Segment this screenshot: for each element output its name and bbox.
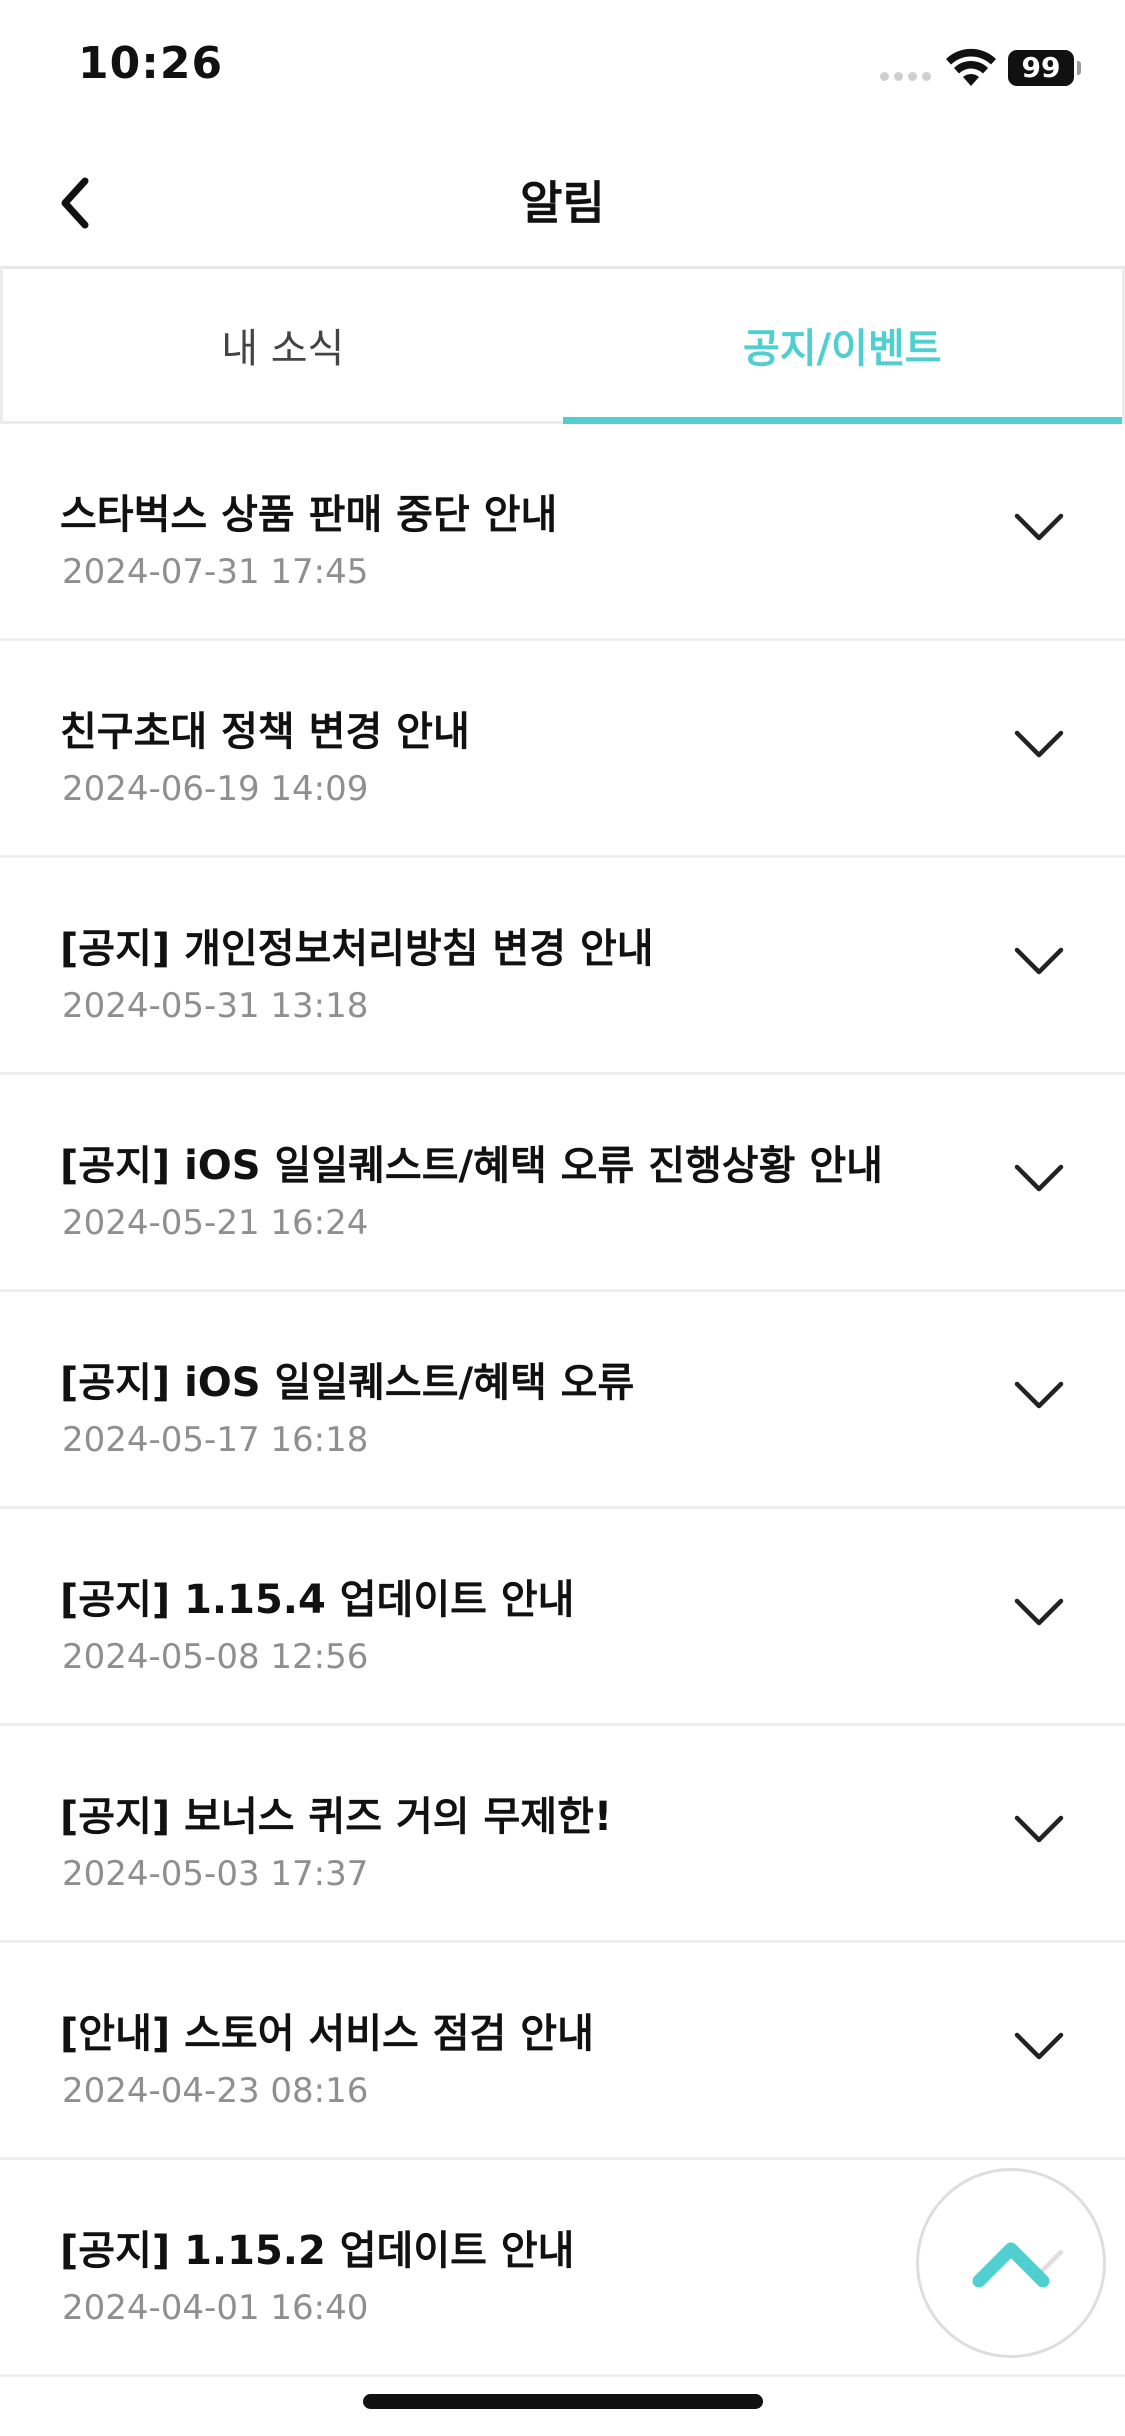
tab-active-indicator — [562, 417, 1122, 424]
battery-tip — [1077, 61, 1081, 75]
chevron-up-icon — [972, 2242, 1050, 2288]
notice-title: [공지] iOS 일일퀘스트/혜택 오류 진행상황 안내 — [60, 1143, 883, 1189]
notice-title: [공지] 1.15.2 업데이트 안내 — [60, 2228, 575, 2274]
chevron-down-icon[interactable] — [1013, 1161, 1065, 1195]
notice-title: 친구초대 정책 변경 안내 — [60, 709, 470, 755]
back-button[interactable] — [30, 160, 120, 246]
cellular-signal-icon — [880, 72, 931, 81]
list-item[interactable]: [공지] iOS 일일퀘스트/혜택 오류 진행상황 안내 2024-05-21 … — [0, 1075, 1125, 1292]
list-item[interactable]: [공지] iOS 일일퀘스트/혜택 오류 2024-05-17 16:18 — [0, 1292, 1125, 1509]
notice-title: [공지] 개인정보처리방침 변경 안내 — [60, 926, 654, 972]
notice-date: 2024-06-19 14:09 — [62, 769, 369, 809]
nav-header: 알림 — [0, 140, 1125, 266]
tab-bar: 내 소식 공지/이벤트 — [0, 266, 1125, 424]
notice-date: 2024-04-23 08:16 — [62, 2071, 369, 2111]
notice-list: 스타벅스 상품 판매 중단 안내 2024-07-31 17:45 친구초대 정… — [0, 424, 1125, 2377]
tab-my-news[interactable]: 내 소식 — [3, 269, 563, 421]
chevron-left-icon — [61, 177, 89, 229]
chevron-down-icon[interactable] — [1013, 510, 1065, 544]
page-title: 알림 — [520, 176, 605, 230]
list-item[interactable]: [공지] 1.15.4 업데이트 안내 2024-05-08 12:56 — [0, 1509, 1125, 1726]
notice-title: [안내] 스토어 서비스 점검 안내 — [60, 2011, 594, 2057]
list-item[interactable]: [공지] 개인정보처리방침 변경 안내 2024-05-31 13:18 — [0, 858, 1125, 1075]
notification-screen: 10:26 99 알림 내 소식 공지/이벤트 스타벅스 상품 판매 중단 안내… — [0, 0, 1125, 2436]
notice-title: 스타벅스 상품 판매 중단 안내 — [60, 492, 558, 538]
chevron-down-icon[interactable] — [1013, 944, 1065, 978]
wifi-icon — [946, 48, 996, 86]
list-item[interactable]: [공지] 보너스 퀴즈 거의 무제한! 2024-05-03 17:37 — [0, 1726, 1125, 1943]
tab-label: 공지/이벤트 — [742, 326, 942, 372]
notice-date: 2024-05-31 13:18 — [62, 986, 369, 1026]
notice-title: [공지] 보너스 퀴즈 거의 무제한! — [60, 1794, 613, 1840]
chevron-down-icon[interactable] — [1013, 2029, 1065, 2063]
scroll-top-button[interactable] — [916, 2168, 1106, 2358]
list-item[interactable]: [안내] 스토어 서비스 점검 안내 2024-04-23 08:16 — [0, 1943, 1125, 2160]
battery-icon: 99 — [1008, 50, 1074, 86]
tab-label: 내 소식 — [221, 326, 345, 372]
notice-date: 2024-04-01 16:40 — [62, 2288, 369, 2328]
notice-date: 2024-05-21 16:24 — [62, 1203, 369, 1243]
notice-date: 2024-05-17 16:18 — [62, 1420, 369, 1460]
chevron-down-icon[interactable] — [1013, 1378, 1065, 1412]
status-bar: 10:26 99 — [0, 0, 1125, 140]
home-indicator — [363, 2394, 763, 2409]
status-time: 10:26 — [78, 38, 224, 89]
notice-title: [공지] 1.15.4 업데이트 안내 — [60, 1577, 575, 1623]
chevron-down-icon[interactable] — [1013, 1812, 1065, 1846]
list-item[interactable]: 친구초대 정책 변경 안내 2024-06-19 14:09 — [0, 641, 1125, 858]
notice-date: 2024-05-03 17:37 — [62, 1854, 369, 1894]
tab-notice-event[interactable]: 공지/이벤트 — [562, 269, 1122, 424]
chevron-down-icon[interactable] — [1013, 1595, 1065, 1629]
notice-date: 2024-05-08 12:56 — [62, 1637, 369, 1677]
notice-title: [공지] iOS 일일퀘스트/혜택 오류 — [60, 1360, 635, 1406]
chevron-down-icon[interactable] — [1013, 727, 1065, 761]
list-item[interactable]: 스타벅스 상품 판매 중단 안내 2024-07-31 17:45 — [0, 424, 1125, 641]
notice-date: 2024-07-31 17:45 — [62, 552, 369, 592]
